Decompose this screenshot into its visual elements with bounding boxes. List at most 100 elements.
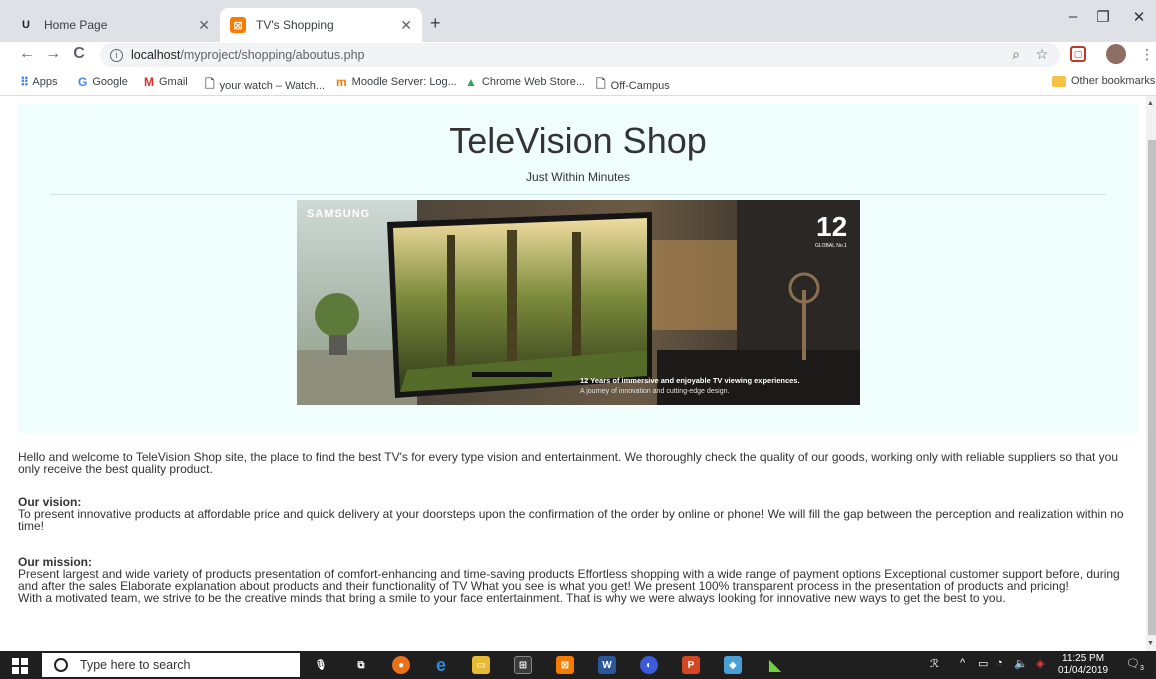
google-icon: G <box>78 75 88 89</box>
people-icon[interactable]: ℛ <box>930 657 939 670</box>
bookmark-label: Chrome Web Store... <box>481 76 586 88</box>
powerpoint-icon[interactable]: P <box>682 656 700 674</box>
close-window-button[interactable]: ✕ <box>1124 8 1154 26</box>
mission-section: Our mission: Present largest and wide va… <box>18 556 1138 604</box>
word-icon[interactable]: W <box>598 656 616 674</box>
info-icon[interactable]: i <box>110 48 123 62</box>
tray-chevron-icon[interactable]: ^ <box>960 657 965 669</box>
bookmark-label: Moodle Server: Log... <box>351 76 457 88</box>
mission-text: Present largest and wide variety of prod… <box>18 567 1120 593</box>
back-button[interactable]: ← <box>16 45 38 63</box>
intro-paragraph: Hello and welcome to TeleVision Shop sit… <box>18 450 1119 476</box>
bookmark-label: Other bookmarks <box>1071 75 1156 87</box>
page-content: TeleVision Shop Just Within Minutes SAMS… <box>0 96 1146 651</box>
search-placeholder: Type here to search <box>80 658 191 672</box>
bookmark-apps[interactable]: ⠿ Apps <box>20 75 57 89</box>
tab-label: TV's Shopping <box>256 18 334 32</box>
clock-date: 01/04/2019 <box>1058 665 1109 676</box>
bookmark-gmail[interactable]: M Gmail <box>144 75 188 89</box>
windows-taskbar: Type here to search 🎙 ⧉ ● e ▭ ⊞ ⊠ W ◐ P … <box>0 651 1156 679</box>
bookmark-label: Google <box>92 76 128 88</box>
profile-avatar[interactable] <box>1106 44 1126 64</box>
notification-count: 3 <box>1139 665 1144 673</box>
u-logo-icon: U <box>22 19 30 31</box>
folder-icon <box>1052 75 1066 87</box>
apps-icon: ⠿ <box>20 75 29 89</box>
samsung-banner-image: SAMSUNG 12 GLOBAL No.1 12 Years of immer… <box>297 200 860 405</box>
store-icon[interactable]: ⊞ <box>514 656 532 674</box>
minimize-button[interactable]: – <box>1058 8 1088 25</box>
bookmark-moodle[interactable]: m Moodle Server: Log... <box>336 75 457 89</box>
banner-brand: SAMSUNG <box>307 208 370 220</box>
close-tab-icon[interactable]: ✕ <box>400 17 412 34</box>
scroll-up-arrow-icon[interactable]: ▲ <box>1147 100 1154 107</box>
bookmarks-bar: ⠿ Apps G Google M Gmail 🗋 your watch – W… <box>0 70 1156 96</box>
taskbar-search-box[interactable]: Type here to search <box>42 653 300 677</box>
antivirus-icon[interactable]: ◈ <box>1036 657 1044 670</box>
action-center-icon[interactable]: 🗨3 <box>1126 657 1144 672</box>
banner-badge-number: 12 <box>816 211 847 242</box>
chrome-store-icon: ▲ <box>465 75 477 89</box>
bookmark-label: your watch – Watch... <box>219 79 326 92</box>
jumbotron: TeleVision Shop Just Within Minutes SAMS… <box>18 104 1138 433</box>
clock-time: 11:25 PM <box>1062 653 1105 664</box>
scrollbar-thumb[interactable] <box>1148 140 1156 635</box>
new-tab-button[interactable]: + <box>430 13 441 34</box>
bookmark-label: Gmail <box>159 76 188 88</box>
shop-icon: ⊠ <box>230 17 246 33</box>
taskbar-clock[interactable]: 11:25 PM 01/04/2019 <box>1058 653 1108 677</box>
task-view-icon[interactable]: ⧉ <box>352 656 370 674</box>
moodle-icon: m <box>336 75 347 89</box>
chrome-icon[interactable]: ● <box>392 656 410 674</box>
volume-icon[interactable]: 🔈 <box>1014 657 1028 670</box>
divider <box>50 194 1106 195</box>
eclipse-icon[interactable]: ◐ <box>640 656 658 674</box>
battery-icon[interactable]: ▭ <box>978 657 988 670</box>
network-icon[interactable]: ◔ <box>996 657 1003 669</box>
vision-section: Our vision: To present innovative produc… <box>18 496 1138 532</box>
bookmark-google[interactable]: G Google <box>78 75 128 89</box>
page-icon: 🗋 <box>205 77 215 91</box>
vision-text: To present innovative products at afford… <box>18 507 1124 533</box>
page-subtitle: Just Within Minutes <box>525 170 631 184</box>
page-icon: 🗋 <box>596 77 606 91</box>
browser-toolbar: ← → C i localhost/myproject/shopping/abo… <box>0 42 1156 70</box>
url-path: /myproject/shopping/aboutus.php <box>180 48 365 62</box>
banner-caption-main: 12 Years of immersive and enjoyable TV v… <box>580 376 800 385</box>
virtualbox-icon[interactable]: ◆ <box>724 656 742 674</box>
tab-home-page[interactable]: U Home Page ✕ <box>8 8 220 42</box>
maximize-button[interactable]: ❐ <box>1088 8 1118 26</box>
tab-label: Home Page <box>44 18 108 32</box>
team-text: With a motivated team, we strive to be t… <box>18 591 1006 605</box>
page-title: TeleVision Shop <box>449 120 707 161</box>
edge-icon[interactable]: e <box>432 655 450 675</box>
file-explorer-icon[interactable]: ▭ <box>472 656 490 674</box>
bookmark-off-campus[interactable]: 🗋 Off-Campus <box>596 75 670 96</box>
menu-icon[interactable]: ⋮ <box>1140 46 1154 63</box>
tab-tvs-shopping[interactable]: ⊠ TV's Shopping ✕ <box>220 8 422 42</box>
bookmark-label: Apps <box>32 76 58 88</box>
close-tab-icon[interactable]: ✕ <box>198 17 210 34</box>
microphone-icon[interactable]: 🎙 <box>312 656 330 674</box>
url-host: localhost <box>131 48 181 62</box>
extension-icon[interactable]: ▢ <box>1070 46 1086 62</box>
bookmark-star-icon[interactable]: ☆ <box>1032 46 1052 63</box>
windows-start-icon[interactable] <box>12 658 28 674</box>
bookmark-chrome-store[interactable]: ▲ Chrome Web Store... <box>465 75 585 89</box>
bookmark-label: Off-Campus <box>610 79 670 92</box>
gmail-icon: M <box>144 75 154 89</box>
reload-button[interactable]: C <box>68 45 90 63</box>
bookmark-your-watch[interactable]: 🗋 your watch – Watch... <box>205 75 325 96</box>
app-icon[interactable]: ◣ <box>766 656 784 674</box>
forward-button[interactable]: → <box>42 45 64 63</box>
zoom-icon[interactable]: ⌕ <box>1006 46 1026 63</box>
banner-illustration: SAMSUNG 12 GLOBAL No.1 12 Years of immer… <box>297 200 860 405</box>
tab-strip: U Home Page ✕ ⊠ TV's Shopping ✕ + – ❐ ✕ <box>0 0 1156 42</box>
scroll-down-arrow-icon[interactable]: ▼ <box>1147 640 1154 647</box>
banner-caption-sub: A journey of innovation and cutting-edge… <box>580 388 729 395</box>
banner-badge-line: GLOBAL No.1 <box>815 243 847 249</box>
other-bookmarks[interactable]: Other bookmarks <box>1052 75 1155 87</box>
xampp-icon[interactable]: ⊠ <box>556 656 574 674</box>
cortana-icon <box>54 658 68 672</box>
address-bar[interactable]: i localhost/myproject/shopping/aboutus.p… <box>100 43 1060 67</box>
